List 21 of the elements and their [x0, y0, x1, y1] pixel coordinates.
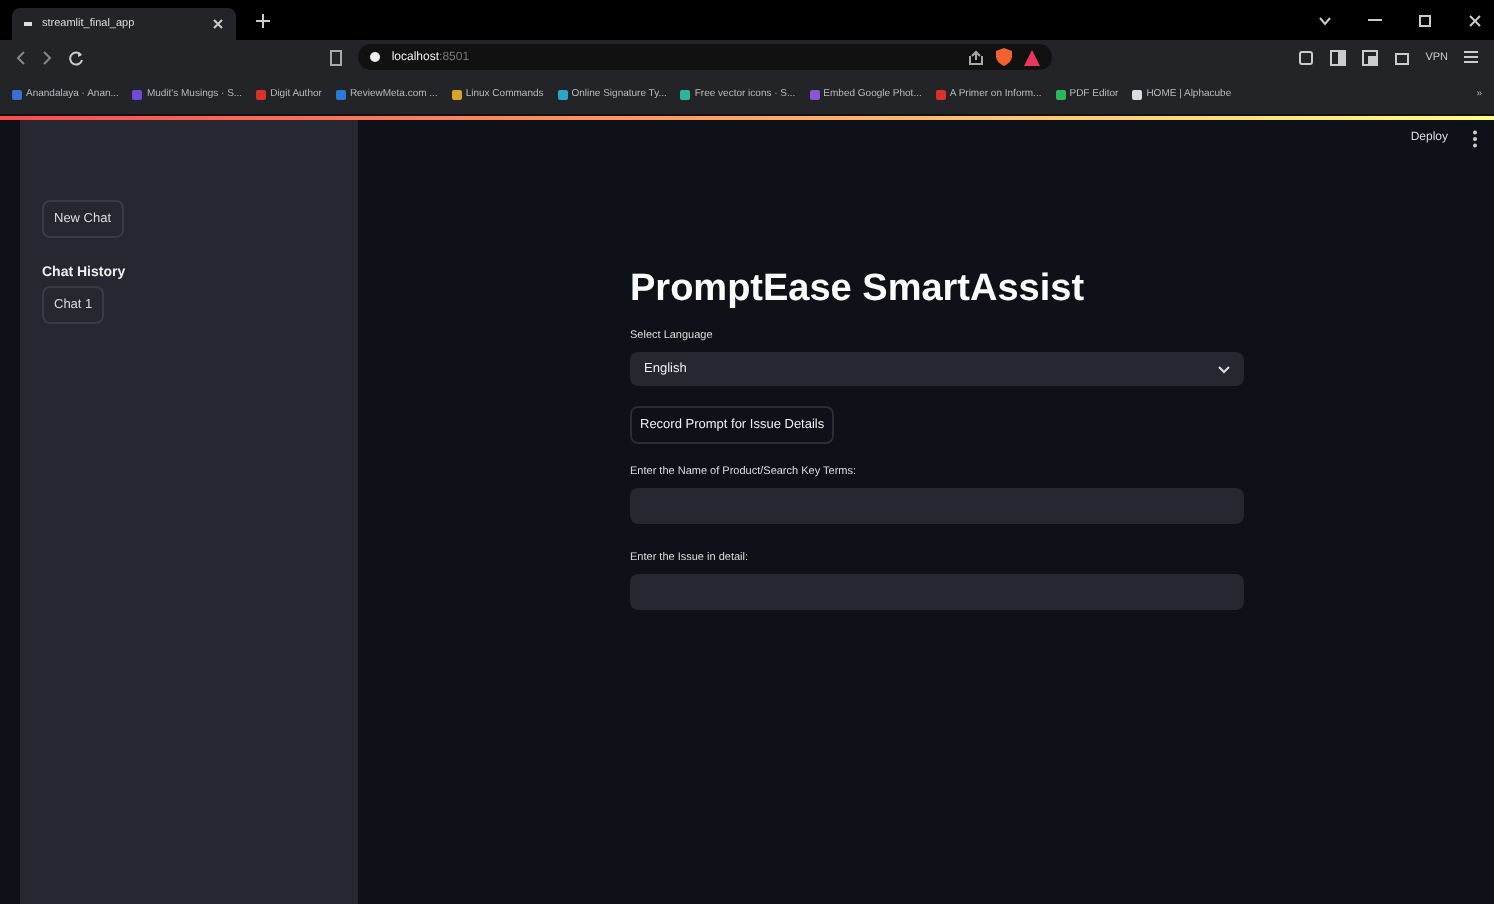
menu-icon[interactable] [1464, 50, 1478, 64]
close-icon[interactable] [212, 18, 224, 30]
window-icon[interactable] [1361, 49, 1378, 65]
new-tab-icon[interactable] [256, 13, 270, 27]
triangle-icon[interactable] [1023, 49, 1040, 65]
bookmark-page-icon[interactable] [329, 49, 342, 65]
chevron-down-icon[interactable] [1318, 15, 1332, 25]
forward-icon[interactable] [42, 49, 52, 65]
page-title: PromptEase SmartAssist [630, 268, 1085, 312]
back-icon[interactable] [16, 49, 26, 65]
input-field[interactable] [630, 488, 1244, 524]
shield-icon[interactable] [995, 48, 1012, 66]
more-options-icon[interactable] [1472, 129, 1478, 147]
chevron-down-icon [1218, 365, 1230, 373]
sidebar-icon[interactable] [1329, 49, 1346, 65]
input-field[interactable] [630, 574, 1244, 610]
close-icon[interactable] [1468, 13, 1482, 27]
reload-icon[interactable] [68, 49, 84, 65]
minimize-icon[interactable] [1368, 18, 1382, 22]
share-icon [967, 49, 984, 65]
maximize-icon[interactable] [1418, 13, 1432, 27]
